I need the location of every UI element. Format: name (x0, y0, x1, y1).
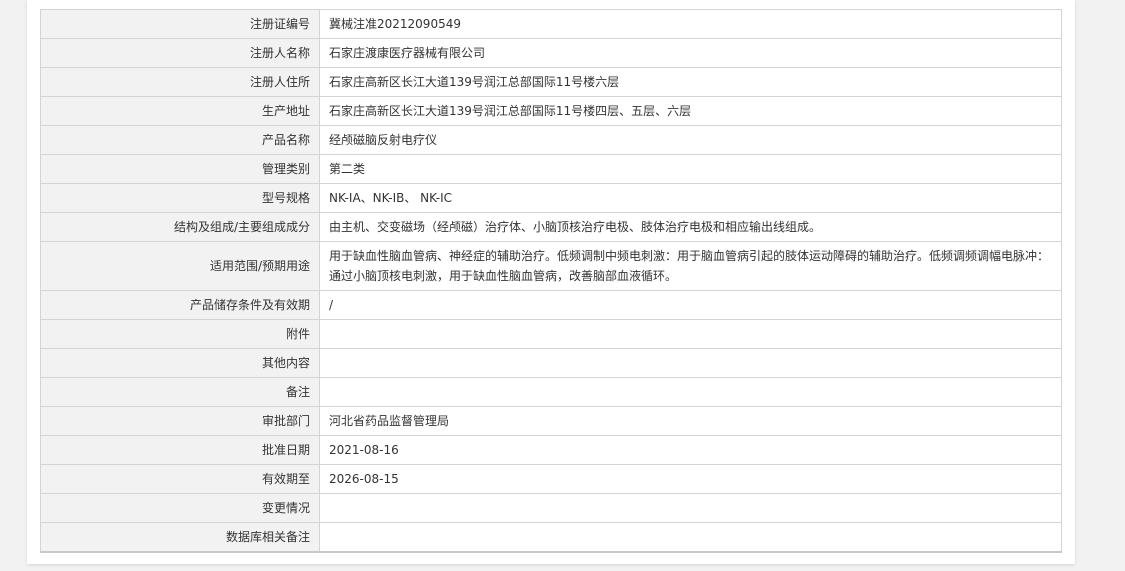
table-row-registrant-name: 注册人名称 石家庄渡康医疗器械有限公司 (40, 38, 1062, 68)
table-row-production-address: 生产地址 石家庄高新区长江大道139号润江总部国际11号楼四层、五层、六层 (40, 96, 1062, 126)
row-value: 由主机、交变磁场（经颅磁）治疗体、小脑顶核治疗电极、肢体治疗电极和相应输出线组成… (319, 212, 1062, 242)
row-label: 管理类别 (40, 154, 320, 184)
row-label: 型号规格 (40, 183, 320, 213)
row-value: 第二类 (319, 154, 1062, 184)
row-label: 附件 (40, 319, 320, 349)
row-value: 冀械注准20212090549 (319, 9, 1062, 39)
row-label: 生产地址 (40, 96, 320, 126)
row-value: 2026-08-15 (319, 464, 1062, 494)
row-label: 备注 (40, 377, 320, 407)
table-row-approval-department: 审批部门 河北省药品监督管理局 (40, 406, 1062, 436)
row-value: 河北省药品监督管理局 (319, 406, 1062, 436)
row-value: 用于缺血性脑血管病、神经症的辅助治疗。低频调制中频电刺激：用于脑血管病引起的肢体… (319, 241, 1062, 291)
row-value (319, 319, 1062, 349)
row-value: 石家庄高新区长江大道139号润江总部国际11号楼六层 (319, 67, 1062, 97)
row-value: 石家庄渡康医疗器械有限公司 (319, 38, 1062, 68)
row-label: 适用范围/预期用途 (40, 241, 320, 291)
row-value: / (319, 290, 1062, 320)
row-label: 其他内容 (40, 348, 320, 378)
table-row-change-status: 变更情况 (40, 493, 1062, 523)
table-row-structure-composition: 结构及组成/主要组成成分 由主机、交变磁场（经颅磁）治疗体、小脑顶核治疗电极、肢… (40, 212, 1062, 242)
registration-detail-table: 注册证编号 冀械注准20212090549 注册人名称 石家庄渡康医疗器械有限公… (40, 9, 1062, 552)
table-bottom-border (40, 551, 1062, 553)
table-row-storage-validity: 产品储存条件及有效期 / (40, 290, 1062, 320)
row-label: 批准日期 (40, 435, 320, 465)
table-row-intended-use: 适用范围/预期用途 用于缺血性脑血管病、神经症的辅助治疗。低频调制中频电刺激：用… (40, 241, 1062, 291)
row-label: 注册证编号 (40, 9, 320, 39)
row-value: NK-IA、NK-IB、 NK-IC (319, 183, 1062, 213)
row-label: 审批部门 (40, 406, 320, 436)
row-value (319, 377, 1062, 407)
table-row-registrant-address: 注册人住所 石家庄高新区长江大道139号润江总部国际11号楼六层 (40, 67, 1062, 97)
table-row-model-spec: 型号规格 NK-IA、NK-IB、 NK-IC (40, 183, 1062, 213)
table-row-registration-number: 注册证编号 冀械注准20212090549 (40, 9, 1062, 39)
row-label: 结构及组成/主要组成成分 (40, 212, 320, 242)
row-value: 经颅磁脑反射电疗仪 (319, 125, 1062, 155)
row-label: 变更情况 (40, 493, 320, 523)
table-row-product-name: 产品名称 经颅磁脑反射电疗仪 (40, 125, 1062, 155)
row-label: 注册人住所 (40, 67, 320, 97)
table-row-management-category: 管理类别 第二类 (40, 154, 1062, 184)
row-value: 石家庄高新区长江大道139号润江总部国际11号楼四层、五层、六层 (319, 96, 1062, 126)
table-row-attachment: 附件 (40, 319, 1062, 349)
table-row-other-content: 其他内容 (40, 348, 1062, 378)
row-value (319, 348, 1062, 378)
row-value (319, 522, 1062, 552)
row-label: 数据库相关备注 (40, 522, 320, 552)
row-value (319, 493, 1062, 523)
table-row-remarks: 备注 (40, 377, 1062, 407)
table-row-valid-until: 有效期至 2026-08-15 (40, 464, 1062, 494)
row-label: 产品名称 (40, 125, 320, 155)
row-value: 2021-08-16 (319, 435, 1062, 465)
table-row-database-remarks: 数据库相关备注 (40, 522, 1062, 552)
row-label: 产品储存条件及有效期 (40, 290, 320, 320)
row-label: 注册人名称 (40, 38, 320, 68)
table-row-approval-date: 批准日期 2021-08-16 (40, 435, 1062, 465)
row-label: 有效期至 (40, 464, 320, 494)
